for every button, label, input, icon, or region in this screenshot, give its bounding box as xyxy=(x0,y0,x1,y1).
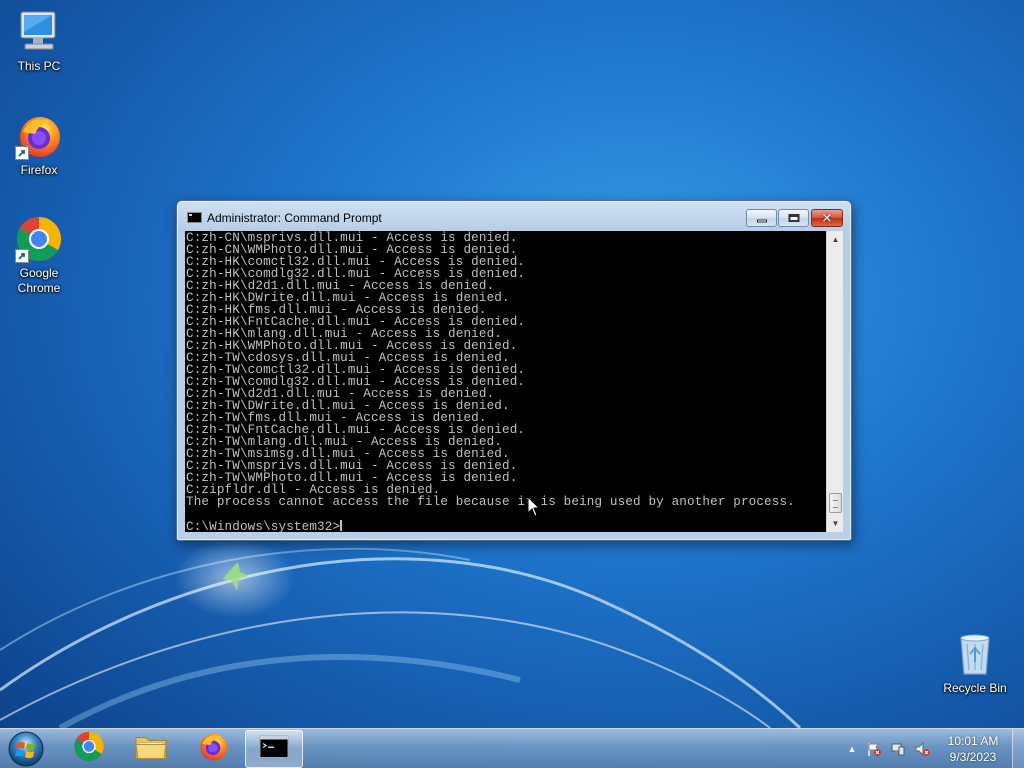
desktop-icon-this-pc[interactable]: This PC xyxy=(0,8,78,74)
taskbar-command-prompt-button[interactable] xyxy=(245,730,303,768)
network-icon[interactable] xyxy=(890,741,906,757)
shortcut-arrow-icon xyxy=(15,249,29,263)
command-prompt-window[interactable]: Administrator: Command Prompt ✕ C:zh-CN\… xyxy=(176,200,852,541)
desktop-icon-label: Firefox xyxy=(20,163,58,177)
taskbar: ▲ 10:01 AM 9/3/2023 xyxy=(0,728,1024,768)
close-icon: ✕ xyxy=(821,210,833,226)
cmd-icon xyxy=(187,212,202,223)
desktop-icon-google-chrome[interactable]: Google Chrome xyxy=(0,215,78,296)
clock-time: 10:01 AM xyxy=(947,734,999,748)
shortcut-arrow-icon xyxy=(15,146,29,160)
desktop-icon-label: Recycle Bin xyxy=(943,681,1007,695)
minimize-button[interactable] xyxy=(746,209,777,227)
desktop-icon-firefox[interactable]: Firefox xyxy=(0,112,78,178)
console-output[interactable]: C:zh-CN\msprivs.dll.mui - Access is deni… xyxy=(185,231,826,532)
minimize-icon xyxy=(756,219,767,223)
start-orb-icon xyxy=(8,731,44,767)
close-button[interactable]: ✕ xyxy=(811,209,843,227)
taskbar-chrome-button[interactable] xyxy=(60,730,118,768)
system-tray: ▲ xyxy=(840,729,932,768)
window-title: Administrator: Command Prompt xyxy=(207,211,382,225)
recycle-bin-icon xyxy=(960,634,990,675)
scroll-down-arrow-icon[interactable]: ▼ xyxy=(827,515,844,532)
desktop-icon-recycle-bin[interactable]: Recycle Bin xyxy=(936,630,1014,696)
scroll-thumb[interactable] xyxy=(829,493,842,513)
cmd-icon xyxy=(259,735,289,758)
computer-icon xyxy=(20,11,56,50)
firefox-icon xyxy=(200,733,227,761)
mouse-pointer-icon xyxy=(527,496,541,517)
start-button[interactable] xyxy=(6,730,46,768)
taskbar-clock[interactable]: 10:01 AM 9/3/2023 xyxy=(932,733,1014,765)
desktop-icon-label: This PC xyxy=(17,59,61,73)
chrome-icon xyxy=(74,731,104,762)
clock-date: 9/3/2023 xyxy=(949,750,997,764)
action-center-flag-icon[interactable] xyxy=(866,741,882,757)
desktop-icon-label: Google Chrome xyxy=(17,266,61,295)
console-line: C:\Windows\system32> xyxy=(186,520,343,532)
folder-icon xyxy=(135,737,167,759)
taskbar-firefox-button[interactable] xyxy=(184,730,242,768)
vertical-scrollbar[interactable]: ▲ ▼ xyxy=(826,231,843,532)
taskbar-file-explorer-button[interactable] xyxy=(122,730,180,768)
console-line: The process cannot access the file becau… xyxy=(186,495,795,509)
show-hidden-icons-arrow-icon[interactable]: ▲ xyxy=(844,741,860,757)
text-caret xyxy=(340,520,343,531)
window-titlebar[interactable]: Administrator: Command Prompt ✕ xyxy=(177,201,851,231)
volume-muted-icon[interactable] xyxy=(914,741,930,757)
show-desktop-button[interactable] xyxy=(1012,729,1024,768)
maximize-icon xyxy=(788,214,799,222)
scroll-up-arrow-icon[interactable]: ▲ xyxy=(827,231,844,248)
maximize-button[interactable] xyxy=(778,209,809,227)
